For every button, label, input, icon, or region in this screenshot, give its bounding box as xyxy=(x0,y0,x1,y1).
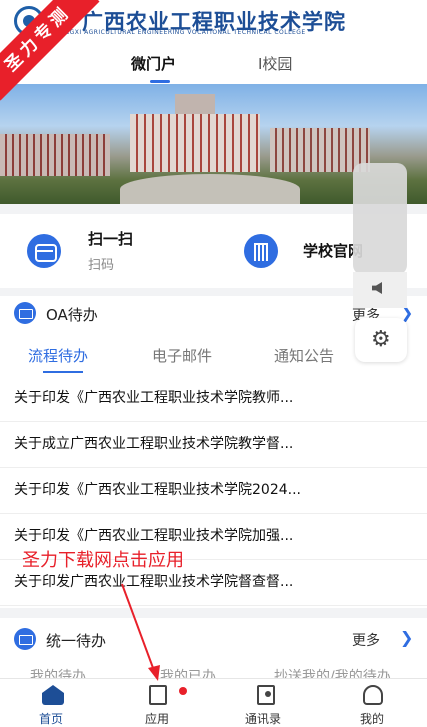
scan-icon[interactable] xyxy=(27,234,61,268)
nav-home[interactable]: 首页 xyxy=(0,679,100,727)
building-icon[interactable] xyxy=(244,234,278,268)
list-item[interactable]: 关于印发《广西农业工程职业技术学院2024... xyxy=(0,468,427,514)
banner-building-center xyxy=(130,114,260,172)
banner-building-left xyxy=(0,134,110,176)
settings-button[interactable]: ⚙ xyxy=(355,318,407,362)
app-icon xyxy=(149,685,167,705)
list-item[interactable]: 关于印发《广西农业工程职业技术学院教师... xyxy=(0,376,427,422)
top-tabs: 微门户 I校园 xyxy=(0,42,427,84)
list-item-text: 关于印发《广西农业工程职业技术学院加强... xyxy=(14,528,294,544)
mail-icon xyxy=(14,302,36,324)
subtab-email[interactable]: 电子邮件 xyxy=(152,345,212,366)
scan-title[interactable]: 扫一扫 xyxy=(88,228,133,249)
tab-campus[interactable]: I校园 xyxy=(258,53,292,74)
todo-icon xyxy=(14,628,36,650)
floating-toolbar[interactable] xyxy=(353,163,407,275)
chevron-right-icon[interactable]: ❯ xyxy=(400,628,413,647)
subtab-indicator xyxy=(43,371,83,373)
list-item-text: 关于成立广西农业工程职业技术学院教学督... xyxy=(14,436,294,452)
unified-more-link[interactable]: 更多 xyxy=(352,630,380,650)
nav-contacts-label: 通讯录 xyxy=(245,712,282,726)
tab-portal[interactable]: 微门户 xyxy=(131,53,176,74)
scan-subtitle: 扫码 xyxy=(88,258,115,273)
nav-profile[interactable]: 我的 xyxy=(321,679,421,727)
oa-title: OA待办 xyxy=(46,306,98,324)
active-tab-indicator xyxy=(150,80,170,83)
notification-dot xyxy=(179,687,187,695)
bottom-nav: 首页 应用 通讯录 我的 xyxy=(0,678,427,727)
home-icon xyxy=(42,685,64,705)
subtab-process[interactable]: 流程待办 xyxy=(28,345,88,366)
banner-plaza xyxy=(120,174,300,204)
nav-apps[interactable]: 应用 xyxy=(107,679,207,727)
subtab-notice[interactable]: 通知公告 xyxy=(274,345,334,366)
annotation-text: 圣力下载网点击应用 xyxy=(22,550,184,571)
gear-icon: ⚙ xyxy=(371,327,391,352)
list-item-text: 关于印发《广西农业工程职业技术学院教师... xyxy=(14,390,294,406)
contacts-icon xyxy=(257,685,275,705)
nav-home-label: 首页 xyxy=(39,712,64,726)
app-screen: 圣力专测 广西农业工程职业技术学院 GUANGXI AGRICULTURAL E… xyxy=(0,0,427,727)
nav-apps-label: 应用 xyxy=(145,712,170,726)
unified-todo-card: 统一待办 更多 ❯ 我的待办 我的已办 抄送我的/我的待办 xyxy=(0,618,427,685)
profile-icon xyxy=(363,685,383,705)
unified-title: 统一待办 xyxy=(46,632,107,650)
list-item-text: 关于印发广西农业工程职业技术学院督查督... xyxy=(14,574,294,590)
list-item-text: 关于印发《广西农业工程职业技术学院2024... xyxy=(14,482,301,498)
school-name-en: GUANGXI AGRICULTURAL ENGINEERING VOCATIO… xyxy=(50,29,306,36)
nav-profile-label: 我的 xyxy=(360,712,385,726)
nav-contacts[interactable]: 通讯录 xyxy=(214,679,314,727)
list-item[interactable]: 关于成立广西农业工程职业技术学院教学督... xyxy=(0,422,427,468)
